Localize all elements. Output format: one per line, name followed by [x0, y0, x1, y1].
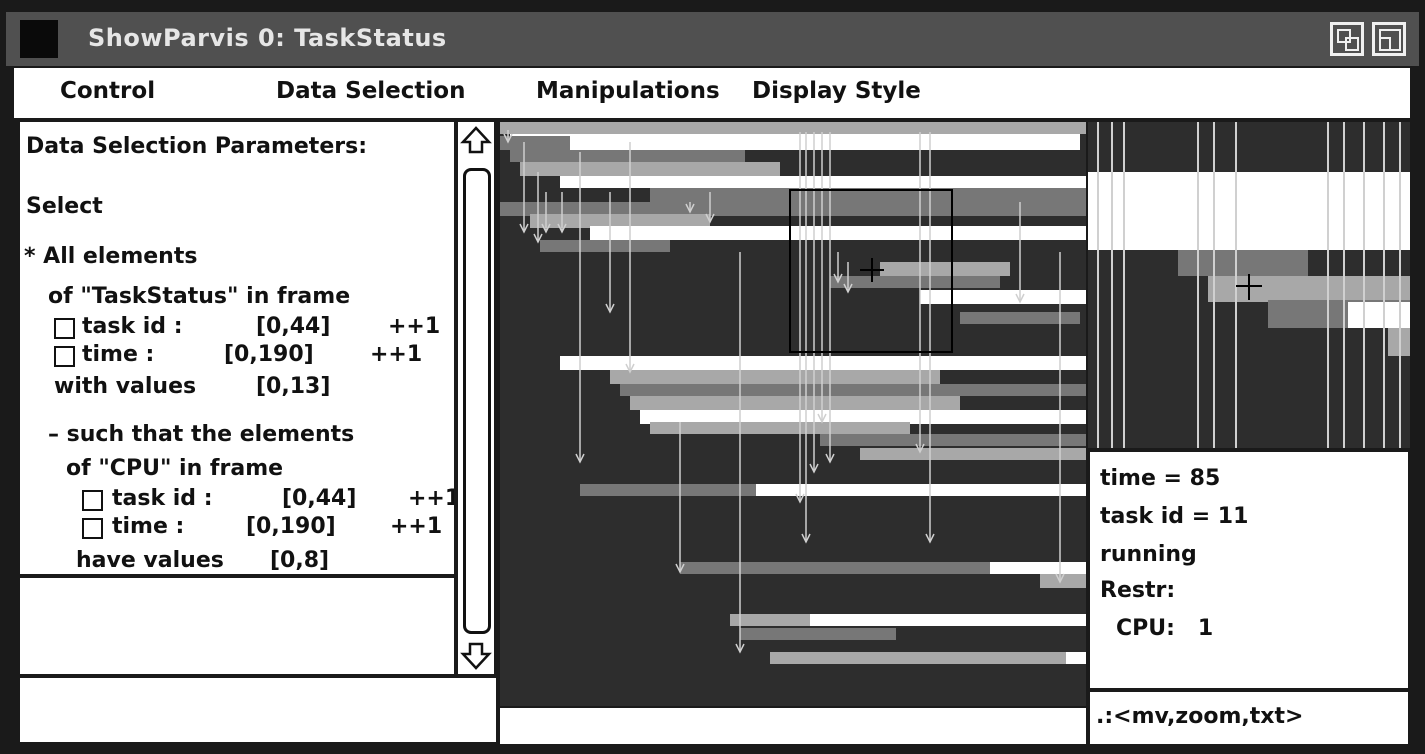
maximize-icon[interactable] — [1372, 22, 1406, 56]
status-band — [770, 652, 1066, 664]
cpu-time-label: time : — [112, 514, 185, 539]
cpu-task-id-range[interactable]: [0,44] — [282, 486, 356, 511]
scrollbar-thumb[interactable] — [463, 168, 491, 634]
status-band — [1066, 652, 1086, 664]
panel-heading: Data Selection Parameters: — [26, 134, 367, 159]
data-selection-panel: Data Selection Parameters: Select * All … — [20, 122, 454, 574]
status-area — [20, 678, 496, 742]
info-time: time = 85 — [1100, 466, 1221, 491]
with-values-range[interactable]: [0,13] — [256, 374, 330, 399]
status-band — [520, 162, 780, 176]
status-band — [880, 262, 1010, 276]
command-line[interactable]: .:<mv,zoom,txt> — [1090, 692, 1408, 744]
command-text: .:<mv,zoom,txt> — [1096, 704, 1304, 729]
time-checkbox[interactable] — [54, 346, 75, 367]
panel-empty-area — [20, 578, 454, 674]
status-band — [820, 434, 1086, 446]
such-that-label: – such that the elements — [48, 422, 355, 447]
cpu-task-id-checkbox[interactable] — [82, 490, 103, 511]
with-values-label: with values — [54, 374, 197, 399]
title-bar[interactable]: ShowParvis 0: TaskStatus — [6, 12, 1419, 66]
chart-status-strip — [500, 708, 1086, 744]
menu-display-style[interactable]: Display Style — [752, 78, 921, 104]
task-status-chart[interactable] — [500, 122, 1086, 706]
task-id-checkbox[interactable] — [54, 318, 75, 339]
have-values-label: have values — [76, 548, 224, 573]
status-band — [560, 176, 1086, 188]
have-values-range[interactable]: [0,8] — [270, 548, 329, 573]
info-panel: time = 85 task id = 11 running Restr: CP… — [1090, 452, 1408, 688]
status-band — [830, 276, 1000, 288]
cpu-task-id-step[interactable]: ++1 — [408, 486, 454, 511]
arrow-up-icon — [460, 126, 492, 154]
menu-control[interactable]: Control — [60, 78, 155, 104]
menu-manipulations[interactable]: Manipulations — [536, 78, 720, 104]
status-band — [500, 122, 1086, 134]
time-label: time : — [82, 342, 155, 367]
zoom-view[interactable] — [1088, 122, 1410, 448]
status-band — [580, 484, 756, 496]
menu-bar: Control Data Selection Manipulations Dis… — [14, 68, 1410, 118]
time-step[interactable]: ++1 — [370, 342, 422, 367]
info-state: running — [1100, 542, 1197, 567]
status-band — [810, 614, 1086, 626]
status-band — [510, 150, 745, 162]
info-restr: Restr: — [1100, 578, 1176, 603]
status-band — [860, 448, 1086, 460]
taskstatus-frame-label: of "TaskStatus" in frame — [48, 284, 351, 309]
status-band — [650, 422, 910, 434]
info-cpu: CPU: 1 — [1116, 616, 1214, 641]
info-task-id: task id = 11 — [1100, 504, 1249, 529]
status-band — [740, 628, 896, 640]
task-id-range[interactable]: [0,44] — [256, 314, 330, 339]
status-band — [680, 562, 990, 574]
status-band — [560, 356, 1086, 370]
zoom-band — [1088, 172, 1410, 250]
status-band — [530, 214, 710, 228]
window-menu-icon[interactable] — [20, 20, 58, 58]
status-band — [510, 134, 1080, 150]
status-band — [620, 384, 1086, 396]
time-range[interactable]: [0,190] — [224, 342, 314, 367]
arrow-down-icon — [460, 642, 492, 670]
status-band — [630, 396, 960, 410]
status-band — [640, 410, 1086, 424]
status-band — [990, 562, 1086, 574]
window-title: ShowParvis 0: TaskStatus — [88, 24, 447, 52]
cpu-time-checkbox[interactable] — [82, 518, 103, 539]
status-band — [610, 370, 940, 384]
resize-icon[interactable] — [1330, 22, 1364, 56]
status-band — [540, 240, 670, 252]
cpu-time-range[interactable]: [0,190] — [246, 514, 336, 539]
status-band — [590, 226, 1086, 240]
application-window: ShowParvis 0: TaskStatus Control Data Se… — [0, 0, 1425, 754]
task-id-label: task id : — [82, 314, 183, 339]
zoom-band — [1088, 122, 1410, 172]
status-band — [920, 290, 1086, 304]
status-band — [500, 202, 1086, 216]
status-band — [960, 312, 1080, 324]
cpu-time-step[interactable]: ++1 — [390, 514, 442, 539]
cpu-task-id-label: task id : — [112, 486, 213, 511]
cpu-frame-label: of "CPU" in frame — [66, 456, 284, 481]
select-label: Select — [26, 194, 103, 219]
all-elements-label: * All elements — [24, 244, 198, 269]
zoom-band — [1208, 276, 1410, 302]
menu-data-selection[interactable]: Data Selection — [276, 78, 465, 104]
task-id-step[interactable]: ++1 — [388, 314, 440, 339]
panel-scrollbar[interactable] — [458, 122, 494, 674]
